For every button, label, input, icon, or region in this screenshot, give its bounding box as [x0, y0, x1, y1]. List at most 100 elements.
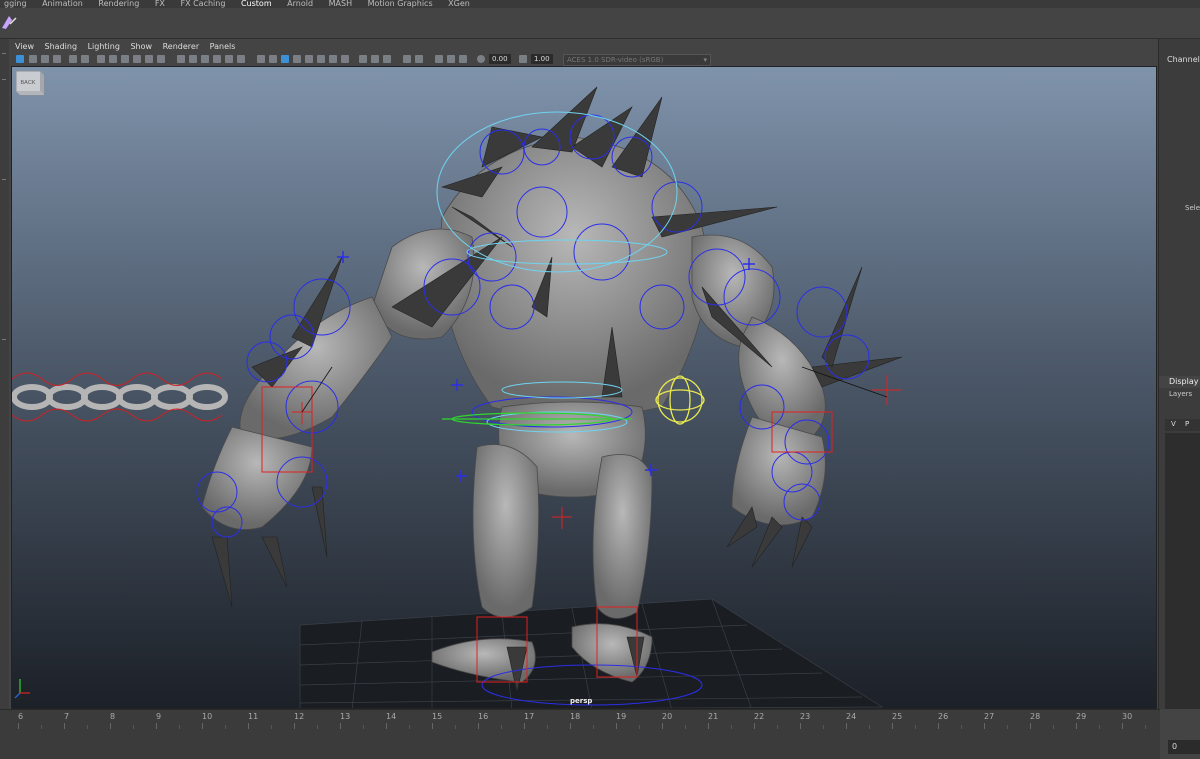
timeline-tick-label: 8: [110, 712, 116, 721]
timeline-minor-tick: [501, 725, 502, 729]
timeline-tick-label: 28: [1030, 712, 1041, 721]
image-plane-icon[interactable]: [53, 55, 61, 63]
menu-lighting[interactable]: Lighting: [88, 41, 120, 53]
depth-of-field-icon[interactable]: [341, 55, 349, 63]
timeline-minor-tick: [823, 725, 824, 729]
use-all-lights-icon[interactable]: [225, 55, 233, 63]
layers-menu[interactable]: Layers: [1169, 390, 1192, 398]
shadows-icon[interactable]: [237, 55, 245, 63]
resolution-gate-icon[interactable]: [121, 55, 129, 63]
timeline-tick-label: 23: [800, 712, 811, 721]
perspective-viewport[interactable]: BACK persp: [11, 66, 1157, 709]
camera-attributes-icon[interactable]: [29, 55, 37, 63]
timeline-tick: [478, 723, 479, 729]
playback-column[interactable]: P: [1185, 420, 1189, 428]
timeline-tick-label: 7: [64, 712, 70, 721]
timeline-minor-tick: [317, 725, 318, 729]
layer-header: V P: [1165, 419, 1200, 431]
xray-icon[interactable]: [257, 55, 265, 63]
menu-show[interactable]: Show: [130, 41, 152, 53]
parallel-gate-icon[interactable]: [447, 55, 455, 63]
timeline-tick: [18, 723, 19, 729]
shelf-tab[interactable]: Rendering: [98, 0, 139, 8]
menu-panels[interactable]: Panels: [210, 41, 236, 53]
shelf-tab[interactable]: Animation: [42, 0, 83, 8]
wireframe-icon[interactable]: [177, 55, 185, 63]
timeline-tick-label: 27: [984, 712, 995, 721]
backface-culling-icon[interactable]: [281, 55, 289, 63]
two-d-pan-icon[interactable]: [69, 55, 77, 63]
exposure-icon[interactable]: [477, 55, 485, 63]
shelf-tool-icon[interactable]: [0, 12, 18, 32]
visibility-column[interactable]: V: [1171, 420, 1176, 428]
timeline-minor-tick: [961, 725, 962, 729]
shelf-tab-bar: gging Animation Rendering FX FX Caching …: [0, 0, 1200, 8]
shelf-tab[interactable]: FX: [155, 0, 165, 8]
timeline-tick-label: 29: [1076, 712, 1087, 721]
textured-icon[interactable]: [213, 55, 221, 63]
isolate-select-icon[interactable]: [293, 55, 301, 63]
hud-icon[interactable]: [359, 55, 367, 63]
timeline-tick-label: 20: [662, 712, 673, 721]
shelf-tab[interactable]: FX Caching: [180, 0, 225, 8]
timeline-tick: [524, 723, 525, 729]
timeline-minor-tick: [133, 725, 134, 729]
timeline-tick-label: 9: [156, 712, 162, 721]
timeline-tick-label: 24: [846, 712, 857, 721]
timeline-tick: [156, 723, 157, 729]
isolate-icon[interactable]: [371, 55, 379, 63]
layer-list[interactable]: [1165, 433, 1200, 709]
select-camera-icon[interactable]: [16, 55, 24, 63]
time-slider[interactable]: 6 7 8 9 10 11 12 13 14 15 16 17 18 19 20 21 22 23 24 25 26 27…: [0, 709, 1160, 759]
timeline-tick: [708, 723, 709, 729]
timeline-tick-label: 13: [340, 712, 351, 721]
gamma-field[interactable]: 1.00: [531, 54, 553, 64]
hardware-texturing-icon[interactable]: [383, 55, 391, 63]
color-space-dropdown[interactable]: ACES 1.0 SDR-video (sRGB) ▾: [563, 54, 711, 66]
xray-joints-icon[interactable]: [269, 55, 277, 63]
motion-blur-icon[interactable]: [317, 55, 325, 63]
snap-icon[interactable]: [403, 55, 411, 63]
menu-view[interactable]: View: [15, 41, 34, 53]
viewcube[interactable]: BACK: [12, 67, 46, 99]
display-tab-label: Display: [1169, 377, 1199, 386]
grid-icon[interactable]: [97, 55, 105, 63]
smooth-shade-icon[interactable]: [189, 55, 197, 63]
timeline-minor-tick: [179, 725, 180, 729]
timeline-tick-label: 6: [18, 712, 24, 721]
safe-action-icon[interactable]: [157, 55, 165, 63]
anti-aliasing-icon[interactable]: [329, 55, 337, 63]
xray-active-icon[interactable]: [415, 55, 423, 63]
shelf-tab[interactable]: XGen: [448, 0, 470, 8]
shelf-tab[interactable]: Arnold: [287, 0, 313, 8]
shelf-tab[interactable]: gging: [4, 0, 27, 8]
timeline-tick: [386, 723, 387, 729]
channel-box-panel: Channels Selec Display Layers V P: [1158, 39, 1200, 709]
timeline-minor-tick: [363, 725, 364, 729]
menu-renderer[interactable]: Renderer: [163, 41, 200, 53]
timeline-minor-tick: [593, 725, 594, 729]
field-chart-icon[interactable]: [145, 55, 153, 63]
grease-pencil-icon[interactable]: [81, 55, 89, 63]
bookmark-icon[interactable]: [41, 55, 49, 63]
shelf-tab-active[interactable]: Custom: [241, 0, 272, 8]
shelf-tab[interactable]: MASH: [329, 0, 352, 8]
exposure-field[interactable]: 0.00: [489, 54, 511, 64]
gamma-icon[interactable]: [519, 55, 527, 63]
wireframe-on-shaded-icon[interactable]: [201, 55, 209, 63]
ambient-occlusion-icon[interactable]: [305, 55, 313, 63]
gate-mask-icon[interactable]: [133, 55, 141, 63]
resolution-icon[interactable]: [459, 55, 467, 63]
timeline-tick: [1076, 723, 1077, 729]
texture-icon[interactable]: [435, 55, 443, 63]
current-frame-field[interactable]: 0: [1168, 740, 1200, 754]
timeline-minor-tick: [547, 725, 548, 729]
film-gate-icon[interactable]: [109, 55, 117, 63]
timeline-tick: [294, 723, 295, 729]
shelf-tab[interactable]: Motion Graphics: [368, 0, 433, 8]
display-tab[interactable]: Display: [1159, 376, 1200, 388]
timeline-tick: [248, 723, 249, 729]
channels-menu[interactable]: Channels: [1167, 55, 1200, 64]
menu-shading[interactable]: Shading: [45, 41, 78, 53]
timeline-minor-tick: [271, 725, 272, 729]
